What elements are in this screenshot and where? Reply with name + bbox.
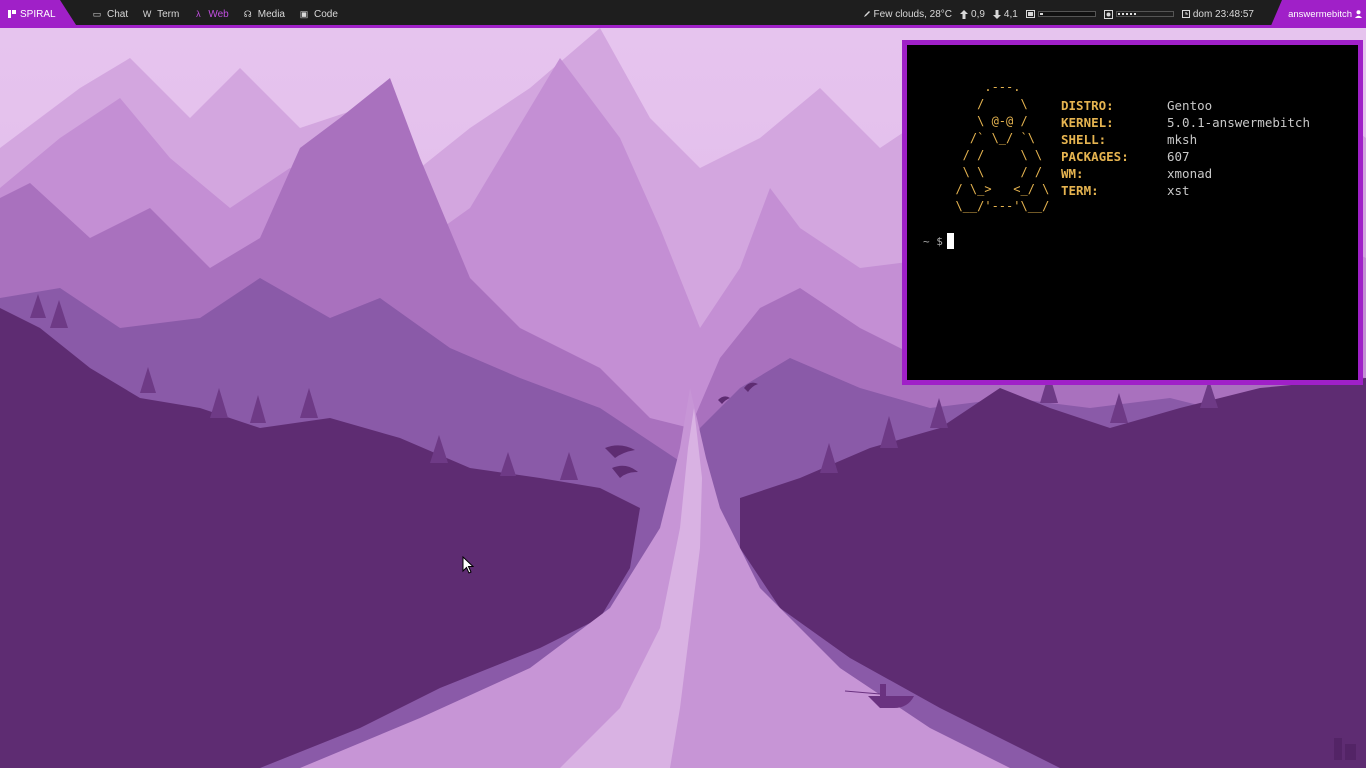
info-key: SHELL: <box>1061 132 1107 147</box>
volume-fill <box>1039 13 1043 15</box>
arrow-down-icon <box>992 9 1001 19</box>
text-cursor <box>946 233 954 249</box>
workspace-label: Web <box>208 8 229 20</box>
user-icon <box>1355 10 1362 18</box>
info-key: WM: <box>1061 166 1084 181</box>
weather-text: Few clouds, 28°C <box>873 8 953 20</box>
volume-bar[interactable] <box>1037 11 1096 17</box>
brightness-icon <box>1103 9 1113 19</box>
pencil-icon <box>863 11 870 17</box>
workspace-chat[interactable]: ▭ Chat <box>92 9 128 20</box>
info-value: 5.0.1-answermebitch <box>1167 115 1310 130</box>
mouse-pointer-icon <box>462 556 474 574</box>
info-value: Gentoo <box>1167 98 1213 113</box>
username: answermebitch <box>1288 8 1352 20</box>
info-row: SHELL: mksh <box>1061 131 1310 148</box>
info-value: 607 <box>1167 149 1190 164</box>
workspace-media[interactable]: ☊ Media <box>243 9 285 20</box>
upload-widget: 0,9 <box>960 9 985 20</box>
term-icon: W <box>142 9 152 19</box>
status-bar: SPIRAL ▭ Chat W Term λ Web ☊ Media ▣ Cod… <box>0 0 1366 28</box>
download-value: 4,1 <box>1003 8 1018 20</box>
info-value: xst <box>1167 183 1190 198</box>
chat-icon: ▭ <box>92 8 102 19</box>
info-value: mksh <box>1167 132 1198 147</box>
workspace-term[interactable]: W Term <box>142 9 179 20</box>
info-key: TERM: <box>1061 183 1099 198</box>
media-icon: ☊ <box>243 8 252 19</box>
clock-widget: dom 23:48:57 <box>1181 8 1254 20</box>
watermark-logo-icon <box>1334 738 1356 760</box>
info-key: KERNEL: <box>1061 115 1114 130</box>
shell-prompt[interactable]: ~ $ <box>923 233 954 249</box>
workspace-label: Term <box>157 8 180 20</box>
layout-label: SPIRAL <box>20 8 56 20</box>
clock-icon <box>1181 10 1190 18</box>
download-widget: 4,1 <box>992 8 1018 20</box>
info-key: PACKAGES: <box>1061 149 1129 164</box>
workspace-label: Media <box>257 8 285 20</box>
layout-indicator[interactable]: SPIRAL <box>0 0 78 28</box>
info-row: PACKAGES: 607 <box>1061 148 1310 165</box>
brightness-fill <box>1117 13 1137 15</box>
clock-text: dom 23:48:57 <box>1192 8 1254 20</box>
status-widgets: Few clouds, 28°C 0,9 4,1 dom 23:48:57 <box>863 0 1254 28</box>
speaker-icon <box>1025 10 1035 18</box>
workspace-label: Chat <box>107 8 129 20</box>
layout-icon <box>8 10 16 18</box>
volume-widget[interactable] <box>1025 10 1096 18</box>
info-row: KERNEL: 5.0.1-answermebitch <box>1061 114 1310 131</box>
weather-widget: Few clouds, 28°C <box>863 9 952 20</box>
info-row: DISTRO: Gentoo <box>1061 97 1310 114</box>
system-info: DISTRO: Gentoo KERNEL: 5.0.1-answermebitch… <box>1061 97 1310 199</box>
brightness-widget[interactable] <box>1103 9 1174 19</box>
info-key: DISTRO: <box>1061 98 1114 113</box>
upload-value: 0,9 <box>971 8 985 20</box>
workspace-web[interactable]: λ Web <box>193 8 229 20</box>
workspace-code[interactable]: ▣ Code <box>299 9 338 20</box>
workspace-list: ▭ Chat W Term λ Web ☊ Media ▣ Code <box>92 0 338 28</box>
web-icon: λ <box>196 9 201 19</box>
brightness-bar[interactable] <box>1115 11 1174 17</box>
terminal-window[interactable]: .---. / \ \ @-@ / /` \_/ `\ / / \ \ \ \ … <box>902 40 1363 385</box>
info-row: WM: xmonad <box>1061 165 1310 182</box>
arrow-up-icon <box>960 9 969 19</box>
prompt-text: ~ $ <box>923 234 943 248</box>
gentoo-ascii-art: .---. / \ \ @-@ / /` \_/ `\ / / \ \ \ \ … <box>955 80 1050 213</box>
workspace-label: Code <box>314 8 338 20</box>
user-indicator[interactable]: answermebitch <box>1270 0 1366 28</box>
info-row: TERM: xst <box>1061 182 1310 199</box>
code-icon: ▣ <box>299 8 309 19</box>
info-value: xmonad <box>1167 166 1213 181</box>
